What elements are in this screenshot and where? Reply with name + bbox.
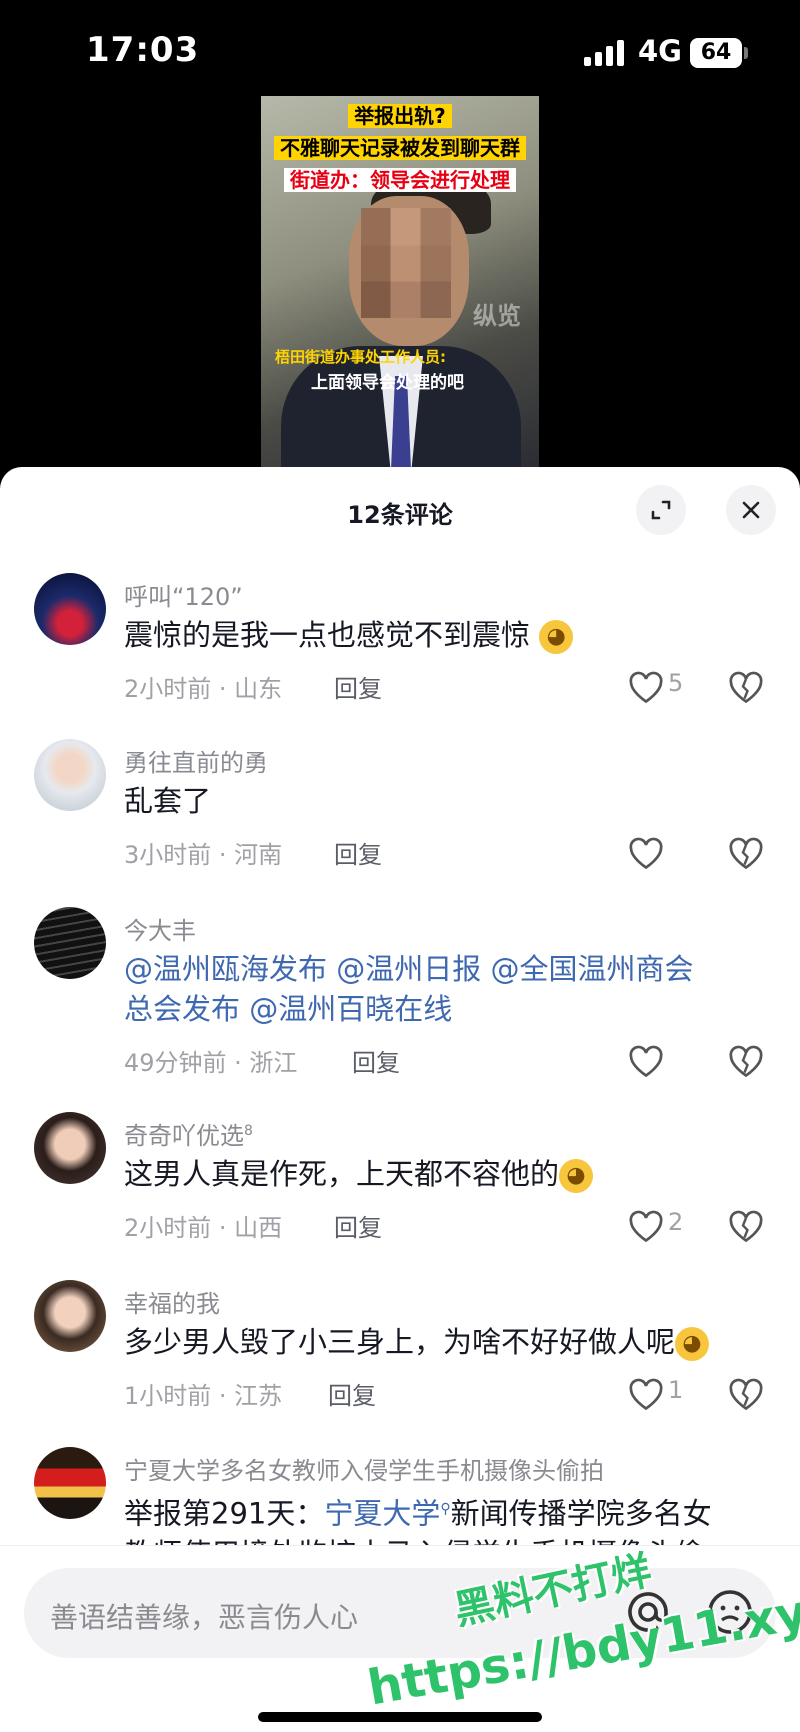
comment-sheet: 12条评论 呼叫“120” 震惊的是我一点也感觉不到震惊 ◕ 2小时前 · 山东… — [0, 467, 800, 1732]
expand-icon — [651, 500, 671, 520]
network-type: 4G — [638, 34, 682, 68]
reply-button[interactable]: 回复 — [334, 669, 382, 704]
comment-text: 震惊的是我一点也感觉不到震惊 ◕ — [124, 615, 754, 655]
comment-meta: 49分钟前 · 浙江 — [124, 1049, 298, 1077]
comment-meta: 3小时前 · 河南 — [124, 841, 283, 869]
heart-icon[interactable] — [628, 837, 664, 871]
sweat-face-emoji-icon: ◕ — [675, 1327, 710, 1361]
broken-heart-icon[interactable] — [728, 837, 764, 871]
avatar[interactable] — [34, 907, 106, 979]
search-icon: ⚲ — [440, 1501, 451, 1517]
video-logo: 纵览 — [473, 302, 521, 330]
search-link[interactable]: 宁夏大学 — [324, 1497, 440, 1531]
avatar[interactable] — [34, 1112, 106, 1184]
like-count: 5 — [668, 669, 684, 697]
avatar[interactable] — [34, 573, 106, 645]
reply-button[interactable]: 回复 — [334, 835, 382, 870]
mention-link[interactable]: @温州瓯海发布 — [124, 952, 327, 986]
comment-meta: 2小时前 · 山东 — [124, 675, 283, 703]
battery-tip — [744, 47, 748, 59]
like-count: 1 — [668, 1376, 684, 1404]
comment-username[interactable]: 勇往直前的勇 — [124, 743, 268, 778]
signal-icon — [584, 40, 628, 66]
avatar[interactable] — [34, 1447, 106, 1519]
video-headline-3: 街道办：领导会进行处理 — [261, 166, 539, 194]
user-badge: 8 — [244, 1123, 253, 1139]
mention-link[interactable]: @温州日报 — [336, 952, 481, 986]
status-bar: 17:03 4G 64 — [0, 0, 800, 100]
expand-button[interactable] — [636, 485, 686, 535]
home-indicator[interactable] — [258, 1712, 542, 1722]
heart-icon[interactable] — [628, 1378, 664, 1412]
comment-username[interactable]: 宁夏大学多名女教师入侵学生手机摄像头偷拍 — [124, 1451, 604, 1486]
reply-button[interactable]: 回复 — [352, 1043, 400, 1078]
comment-username[interactable]: 幸福的我 — [124, 1284, 220, 1319]
comment-text: 这男人真是作死，上天都不容他的 ◕ — [124, 1154, 754, 1194]
avatar[interactable] — [34, 739, 106, 811]
broken-heart-icon[interactable] — [728, 1210, 764, 1244]
video-headline-2: 不雅聊天记录被发到聊天群 — [261, 134, 539, 162]
video-mosaic-blur — [361, 208, 451, 318]
broken-heart-icon[interactable] — [728, 671, 764, 705]
comment-text: @温州瓯海发布 @温州日报 @全国温州商会 总会发布 @温州百晓在线 — [124, 949, 754, 1029]
heart-icon[interactable] — [628, 1210, 664, 1244]
close-icon — [742, 501, 760, 519]
reply-button[interactable]: 回复 — [334, 1208, 382, 1243]
comment-text: 多少男人毁了小三身上，为啥不好好做人呢 ◕ — [124, 1322, 754, 1362]
reply-button[interactable]: 回复 — [328, 1376, 376, 1411]
heart-icon[interactable] — [628, 1045, 664, 1079]
comment-username[interactable]: 奇奇吖优选8 — [124, 1116, 253, 1151]
mention-link[interactable]: 总会发布 — [124, 992, 240, 1026]
comment-input-placeholder: 善语结善缘，恶言伤人心 — [50, 1601, 359, 1634]
close-button[interactable] — [726, 485, 776, 535]
comment-username[interactable]: 呼叫“120” — [124, 577, 243, 612]
comment-meta: 1小时前 · 江苏 — [124, 1382, 283, 1410]
video-headline-1: 举报出轨? — [261, 102, 539, 130]
broken-heart-icon[interactable] — [728, 1045, 764, 1079]
broken-heart-icon[interactable] — [728, 1378, 764, 1412]
avatar[interactable] — [34, 1280, 106, 1352]
status-time: 17:03 — [86, 30, 200, 70]
comment-meta: 2小时前 · 山西 — [124, 1214, 283, 1242]
battery-icon: 64 — [690, 38, 742, 68]
video-player[interactable]: 举报出轨? 不雅聊天记录被发到聊天群 街道办：领导会进行处理 纵览 梧田街道办事… — [261, 96, 539, 470]
like-count: 2 — [668, 1208, 684, 1236]
mention-link[interactable]: @全国温州商会 — [490, 952, 693, 986]
mention-link[interactable]: @温州百晓在线 — [249, 992, 452, 1026]
comment-username[interactable]: 今大丰 — [124, 911, 196, 946]
worried-face-emoji-icon: ◕ — [539, 620, 574, 654]
comment-text: 乱套了 — [124, 784, 212, 818]
heart-icon[interactable] — [628, 671, 664, 705]
laughing-face-emoji-icon: ◕ — [559, 1159, 594, 1193]
video-caption-speaker: 梧田街道办事处工作人员: — [275, 348, 446, 366]
video-caption-quote: 上面领导会处理的吧 — [311, 373, 464, 393]
